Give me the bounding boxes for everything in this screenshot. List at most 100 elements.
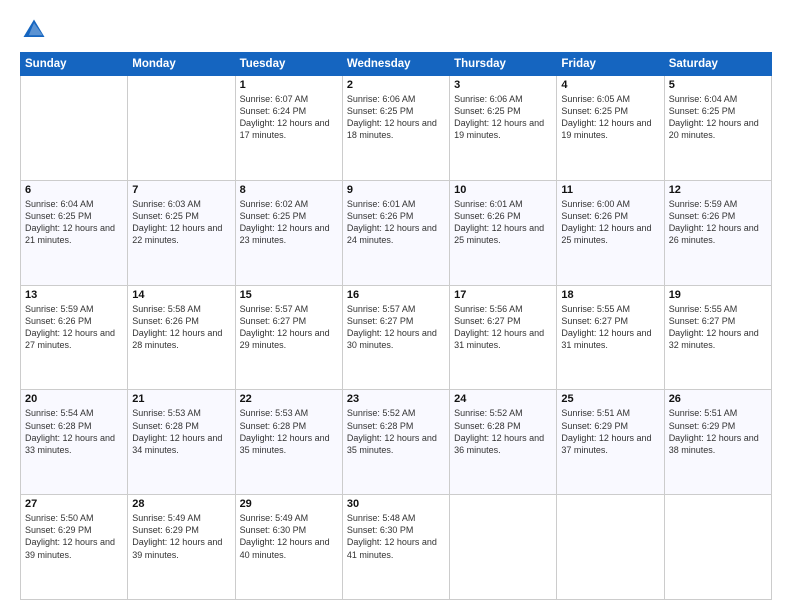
day-info: Sunrise: 6:01 AM Sunset: 6:26 PM Dayligh… — [347, 198, 445, 247]
calendar-week-2: 6 Sunrise: 6:04 AM Sunset: 6:25 PM Daylig… — [21, 180, 772, 285]
calendar-cell: 6 Sunrise: 6:04 AM Sunset: 6:25 PM Daylig… — [21, 180, 128, 285]
calendar-cell: 7Sunrise: 6:03 AM Sunset: 6:25 PM Daylig… — [128, 180, 235, 285]
calendar-cell: 28Sunrise: 5:49 AM Sunset: 6:29 PM Dayli… — [128, 495, 235, 600]
day-number: 21 — [132, 393, 230, 405]
day-info: Sunrise: 6:01 AM Sunset: 6:26 PM Dayligh… — [454, 198, 552, 247]
calendar-cell: 5 Sunrise: 6:04 AM Sunset: 6:25 PM Daylig… — [664, 76, 771, 181]
day-number: 1 — [240, 79, 338, 91]
day-info: Sunrise: 6:07 AM Sunset: 6:24 PM Dayligh… — [240, 93, 338, 142]
calendar-cell: 17 Sunrise: 5:56 AM Sunset: 6:27 PM Dayli… — [450, 285, 557, 390]
day-number: 30 — [347, 498, 445, 510]
day-info: Sunrise: 5:53 AM Sunset: 6:28 PM Dayligh… — [132, 407, 230, 456]
day-info: Sunrise: 6:05 AM Sunset: 6:25 PM Dayligh… — [561, 93, 659, 142]
calendar-cell: 26 Sunrise: 5:51 AM Sunset: 6:29 PM Dayli… — [664, 390, 771, 495]
day-number: 19 — [669, 289, 767, 301]
calendar-cell: 12 Sunrise: 5:59 AM Sunset: 6:26 PM Dayli… — [664, 180, 771, 285]
calendar-cell: 27 Sunrise: 5:50 AM Sunset: 6:29 PM Dayli… — [21, 495, 128, 600]
day-number: 3 — [454, 79, 552, 91]
calendar-cell: 10 Sunrise: 6:01 AM Sunset: 6:26 PM Dayli… — [450, 180, 557, 285]
calendar-cell: 21 Sunrise: 5:53 AM Sunset: 6:28 PM Dayli… — [128, 390, 235, 495]
calendar-week-4: 20 Sunrise: 5:54 AM Sunset: 6:28 PM Dayli… — [21, 390, 772, 495]
calendar-cell: 30Sunrise: 5:48 AM Sunset: 6:30 PM Dayli… — [342, 495, 449, 600]
day-info: Sunrise: 5:53 AM Sunset: 6:28 PM Dayligh… — [240, 407, 338, 456]
day-info: Sunrise: 5:52 AM Sunset: 6:28 PM Dayligh… — [347, 407, 445, 456]
calendar-cell — [450, 495, 557, 600]
calendar-cell: 15 Sunrise: 5:57 AM Sunset: 6:27 PM Dayli… — [235, 285, 342, 390]
calendar-cell: 24 Sunrise: 5:52 AM Sunset: 6:28 PM Dayli… — [450, 390, 557, 495]
calendar-cell: 14 Sunrise: 5:58 AM Sunset: 6:26 PM Dayli… — [128, 285, 235, 390]
calendar-cell: 8 Sunrise: 6:02 AM Sunset: 6:25 PM Daylig… — [235, 180, 342, 285]
day-number: 22 — [240, 393, 338, 405]
calendar-table: SundayMondayTuesdayWednesdayThursdayFrid… — [20, 52, 772, 600]
calendar-cell: 11 Sunrise: 6:00 AM Sunset: 6:26 PM Dayli… — [557, 180, 664, 285]
calendar-cell: 19Sunrise: 5:55 AM Sunset: 6:27 PM Dayli… — [664, 285, 771, 390]
calendar-header-row: SundayMondayTuesdayWednesdayThursdayFrid… — [21, 53, 772, 76]
day-number: 6 — [25, 184, 123, 196]
day-number: 28 — [132, 498, 230, 510]
day-info: Sunrise: 6:02 AM Sunset: 6:25 PM Dayligh… — [240, 198, 338, 247]
day-number: 14 — [132, 289, 230, 301]
day-info: Sunrise: 5:51 AM Sunset: 6:29 PM Dayligh… — [669, 407, 767, 456]
calendar-cell: 25 Sunrise: 5:51 AM Sunset: 6:29 PM Dayli… — [557, 390, 664, 495]
day-number: 20 — [25, 393, 123, 405]
calendar-week-1: 1 Sunrise: 6:07 AM Sunset: 6:24 PM Daylig… — [21, 76, 772, 181]
header — [20, 16, 772, 44]
day-info: Sunrise: 6:06 AM Sunset: 6:25 PM Dayligh… — [347, 93, 445, 142]
calendar-cell — [128, 76, 235, 181]
calendar-week-3: 13 Sunrise: 5:59 AM Sunset: 6:26 PM Dayli… — [21, 285, 772, 390]
calendar-cell: 3 Sunrise: 6:06 AM Sunset: 6:25 PM Daylig… — [450, 76, 557, 181]
day-info: Sunrise: 5:57 AM Sunset: 6:27 PM Dayligh… — [240, 303, 338, 352]
day-number: 17 — [454, 289, 552, 301]
day-info: Sunrise: 5:59 AM Sunset: 6:26 PM Dayligh… — [669, 198, 767, 247]
calendar-cell: 13 Sunrise: 5:59 AM Sunset: 6:26 PM Dayli… — [21, 285, 128, 390]
calendar-cell: 20 Sunrise: 5:54 AM Sunset: 6:28 PM Dayli… — [21, 390, 128, 495]
calendar-cell: 18 Sunrise: 5:55 AM Sunset: 6:27 PM Dayli… — [557, 285, 664, 390]
day-info: Sunrise: 6:00 AM Sunset: 6:26 PM Dayligh… — [561, 198, 659, 247]
calendar-cell: 22 Sunrise: 5:53 AM Sunset: 6:28 PM Dayli… — [235, 390, 342, 495]
calendar-cell: 9Sunrise: 6:01 AM Sunset: 6:26 PM Daylig… — [342, 180, 449, 285]
day-number: 10 — [454, 184, 552, 196]
day-number: 25 — [561, 393, 659, 405]
day-info: Sunrise: 6:04 AM Sunset: 6:25 PM Dayligh… — [25, 198, 123, 247]
day-number: 26 — [669, 393, 767, 405]
calendar-week-5: 27 Sunrise: 5:50 AM Sunset: 6:29 PM Dayli… — [21, 495, 772, 600]
logo — [20, 16, 52, 44]
day-info: Sunrise: 5:59 AM Sunset: 6:26 PM Dayligh… — [25, 303, 123, 352]
logo-icon — [20, 16, 48, 44]
day-number: 15 — [240, 289, 338, 301]
day-number: 2 — [347, 79, 445, 91]
day-info: Sunrise: 5:52 AM Sunset: 6:28 PM Dayligh… — [454, 407, 552, 456]
day-info: Sunrise: 5:54 AM Sunset: 6:28 PM Dayligh… — [25, 407, 123, 456]
day-number: 18 — [561, 289, 659, 301]
day-number: 24 — [454, 393, 552, 405]
day-info: Sunrise: 5:51 AM Sunset: 6:29 PM Dayligh… — [561, 407, 659, 456]
day-info: Sunrise: 5:50 AM Sunset: 6:29 PM Dayligh… — [25, 512, 123, 561]
day-number: 11 — [561, 184, 659, 196]
day-number: 13 — [25, 289, 123, 301]
day-number: 23 — [347, 393, 445, 405]
calendar-header-wednesday: Wednesday — [342, 53, 449, 76]
day-info: Sunrise: 5:56 AM Sunset: 6:27 PM Dayligh… — [454, 303, 552, 352]
day-info: Sunrise: 6:06 AM Sunset: 6:25 PM Dayligh… — [454, 93, 552, 142]
day-number: 29 — [240, 498, 338, 510]
day-number: 8 — [240, 184, 338, 196]
calendar-header-sunday: Sunday — [21, 53, 128, 76]
calendar-header-monday: Monday — [128, 53, 235, 76]
day-number: 12 — [669, 184, 767, 196]
calendar-header-thursday: Thursday — [450, 53, 557, 76]
day-info: Sunrise: 5:58 AM Sunset: 6:26 PM Dayligh… — [132, 303, 230, 352]
day-number: 5 — [669, 79, 767, 91]
day-number: 4 — [561, 79, 659, 91]
calendar-cell: 23 Sunrise: 5:52 AM Sunset: 6:28 PM Dayli… — [342, 390, 449, 495]
day-info: Sunrise: 5:55 AM Sunset: 6:27 PM Dayligh… — [561, 303, 659, 352]
calendar-cell: 2 Sunrise: 6:06 AM Sunset: 6:25 PM Daylig… — [342, 76, 449, 181]
day-number: 27 — [25, 498, 123, 510]
calendar-cell — [21, 76, 128, 181]
calendar-cell: 29 Sunrise: 5:49 AM Sunset: 6:30 PM Dayli… — [235, 495, 342, 600]
calendar-cell: 1 Sunrise: 6:07 AM Sunset: 6:24 PM Daylig… — [235, 76, 342, 181]
day-info: Sunrise: 6:04 AM Sunset: 6:25 PM Dayligh… — [669, 93, 767, 142]
calendar-header-friday: Friday — [557, 53, 664, 76]
day-info: Sunrise: 5:49 AM Sunset: 6:30 PM Dayligh… — [240, 512, 338, 561]
day-number: 16 — [347, 289, 445, 301]
calendar-cell: 4 Sunrise: 6:05 AM Sunset: 6:25 PM Daylig… — [557, 76, 664, 181]
